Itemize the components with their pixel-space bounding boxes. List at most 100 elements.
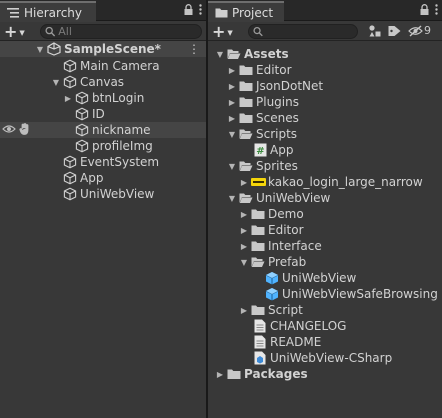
hierarchy-item-eventsystem[interactable]: EventSystem xyxy=(0,154,206,170)
project-item-label: Sprites xyxy=(256,159,298,173)
project-item-label: App xyxy=(270,143,294,157)
unity-scene-icon xyxy=(46,41,62,57)
expand-arrow-icon[interactable]: ▶ xyxy=(226,78,238,94)
cube-outline-icon xyxy=(62,74,78,90)
hierarchy-search-input[interactable] xyxy=(55,25,201,38)
expand-arrow-icon[interactable]: ▶ xyxy=(238,174,250,190)
project-item-editor[interactable]: ▶ Editor xyxy=(208,62,442,78)
project-item-uniwebviewsafebrowsing-prefab[interactable]: UniWebViewSafeBrowsing xyxy=(208,286,442,302)
expand-arrow-icon[interactable]: ▼ xyxy=(238,254,250,270)
search-by-type-icon[interactable] xyxy=(368,24,382,41)
project-item-label: Plugins xyxy=(256,95,299,109)
expand-arrow-icon[interactable]: ▼ xyxy=(214,46,226,62)
hierarchy-item-app[interactable]: App xyxy=(0,170,206,186)
expand-arrow-icon[interactable]: ▶ xyxy=(226,110,238,126)
add-gameobject-button[interactable]: + ▼ xyxy=(4,23,34,40)
project-search[interactable] xyxy=(248,24,358,39)
hierarchy-item-label: btnLogin xyxy=(92,91,145,105)
project-item-uniwebview-editor[interactable]: ▶ Editor xyxy=(208,222,442,238)
hierarchy-item-btnlogin[interactable]: ▶ btnLogin xyxy=(0,90,206,106)
scene-menu-icon[interactable]: ⋮ xyxy=(188,41,200,57)
expand-arrow-icon[interactable]: ▶ xyxy=(62,90,74,106)
expand-arrow-icon[interactable]: ▶ xyxy=(238,302,250,318)
project-item-readme[interactable]: README xyxy=(208,334,442,350)
project-item-label: Prefab xyxy=(268,255,307,269)
project-item-changelog[interactable]: CHANGELOG xyxy=(208,318,442,334)
project-item-label: UniWebView xyxy=(256,191,331,205)
expand-arrow-icon[interactable]: ▶ xyxy=(226,62,238,78)
scene-row[interactable]: ▼ SampleScene* xyxy=(0,41,206,57)
project-item-plugins[interactable]: ▶ Plugins xyxy=(208,94,442,110)
project-item-prefab-folder[interactable]: ▼ Prefab xyxy=(208,254,442,270)
hierarchy-item-id[interactable]: ID xyxy=(0,106,206,122)
tab-project[interactable]: Project xyxy=(208,1,284,22)
folder-icon xyxy=(226,366,242,382)
hierarchy-search[interactable] xyxy=(40,24,202,39)
pick-hand-icon[interactable] xyxy=(19,122,30,138)
project-item-app-script[interactable]: # App xyxy=(208,142,442,158)
project-item-uniwebview-csharp[interactable]: UniWebView-CSharp xyxy=(208,350,442,366)
project-item-scenes[interactable]: ▶ Scenes xyxy=(208,110,442,126)
project-item-sprites[interactable]: ▼ Sprites xyxy=(208,158,442,174)
project-tabstrip: Project xyxy=(208,0,442,22)
text-document-icon xyxy=(252,334,268,350)
hierarchy-item-canvas[interactable]: ▼ Canvas xyxy=(0,74,206,90)
project-item-scripts[interactable]: ▼ Scripts xyxy=(208,126,442,142)
expand-arrow-icon[interactable]: ▶ xyxy=(226,94,238,110)
folder-open-icon xyxy=(238,158,254,174)
lock-icon[interactable] xyxy=(184,4,193,18)
project-item-jsondotnet[interactable]: ▶ JsonDotNet xyxy=(208,78,442,94)
expand-arrow-icon[interactable]: ▶ xyxy=(238,222,250,238)
folder-icon xyxy=(250,302,266,318)
kebab-menu-icon[interactable] xyxy=(435,4,438,18)
expand-arrow-icon[interactable]: ▼ xyxy=(226,126,238,142)
hierarchy-item-label: profileImg xyxy=(92,139,153,153)
project-item-label: JsonDotNet xyxy=(256,79,324,93)
expand-arrow-icon[interactable]: ▼ xyxy=(226,158,238,174)
folder-open-icon xyxy=(238,126,254,142)
project-search-input[interactable] xyxy=(262,25,357,38)
tab-hierarchy[interactable]: Hierarchy xyxy=(0,1,96,22)
cube-outline-icon xyxy=(74,122,90,138)
expand-arrow-icon[interactable]: ▶ xyxy=(214,366,226,382)
folder-icon xyxy=(214,7,228,19)
hierarchy-item-main-camera[interactable]: Main Camera xyxy=(0,58,206,74)
project-item-uniwebview-folder[interactable]: ▼ UniWebView xyxy=(208,190,442,206)
prefab-cube-icon xyxy=(264,286,280,302)
eye-icon[interactable] xyxy=(2,123,16,137)
expand-arrow-icon[interactable]: ▼ xyxy=(50,74,62,90)
expand-arrow-icon[interactable]: ▶ xyxy=(238,238,250,254)
text-document-icon xyxy=(252,318,268,334)
svg-text:#: # xyxy=(256,146,264,157)
hierarchy-item-profileimg[interactable]: profileImg xyxy=(0,138,206,154)
hierarchy-item-label: ID xyxy=(92,107,105,121)
expand-arrow-icon[interactable]: ▼ xyxy=(34,41,46,57)
create-asset-button[interactable]: + ▼ xyxy=(212,23,242,40)
project-item-interface[interactable]: ▶ Interface xyxy=(208,238,442,254)
folder-icon xyxy=(238,78,254,94)
project-item-script-folder[interactable]: ▶ Script xyxy=(208,302,442,318)
cube-outline-icon xyxy=(74,106,90,122)
project-item-label: Assets xyxy=(244,47,289,61)
project-item-assets[interactable]: ▼ Assets xyxy=(208,46,442,62)
eye-slash-icon xyxy=(408,24,423,37)
hierarchy-item-nickname[interactable]: nickname xyxy=(0,122,206,138)
expand-arrow-icon[interactable]: ▶ xyxy=(238,206,250,222)
project-item-kakao-sprite[interactable]: ▶ kakao_login_large_narrow xyxy=(208,174,442,190)
hierarchy-item-uniwebview[interactable]: UniWebView xyxy=(0,186,206,202)
lock-icon[interactable] xyxy=(420,4,429,18)
folder-icon xyxy=(238,62,254,78)
project-item-demo[interactable]: ▶ Demo xyxy=(208,206,442,222)
cube-outline-icon xyxy=(62,58,78,74)
hierarchy-item-label: EventSystem xyxy=(80,155,160,169)
project-item-label: Packages xyxy=(244,367,308,381)
hierarchy-panel: Hierarchy + ▼ ▼ SampleScene* ⋮ xyxy=(0,0,206,418)
kebab-menu-icon[interactable] xyxy=(199,4,202,18)
project-item-packages[interactable]: ▶ Packages xyxy=(208,366,442,382)
project-item-uniwebview-prefab[interactable]: UniWebView xyxy=(208,270,442,286)
cube-outline-icon xyxy=(74,90,90,106)
project-toolbar: + ▼ 9 xyxy=(208,22,442,41)
expand-arrow-icon[interactable]: ▼ xyxy=(226,190,238,206)
hidden-packages-toggle[interactable]: 9 xyxy=(408,24,431,37)
search-by-label-icon[interactable] xyxy=(388,25,401,40)
